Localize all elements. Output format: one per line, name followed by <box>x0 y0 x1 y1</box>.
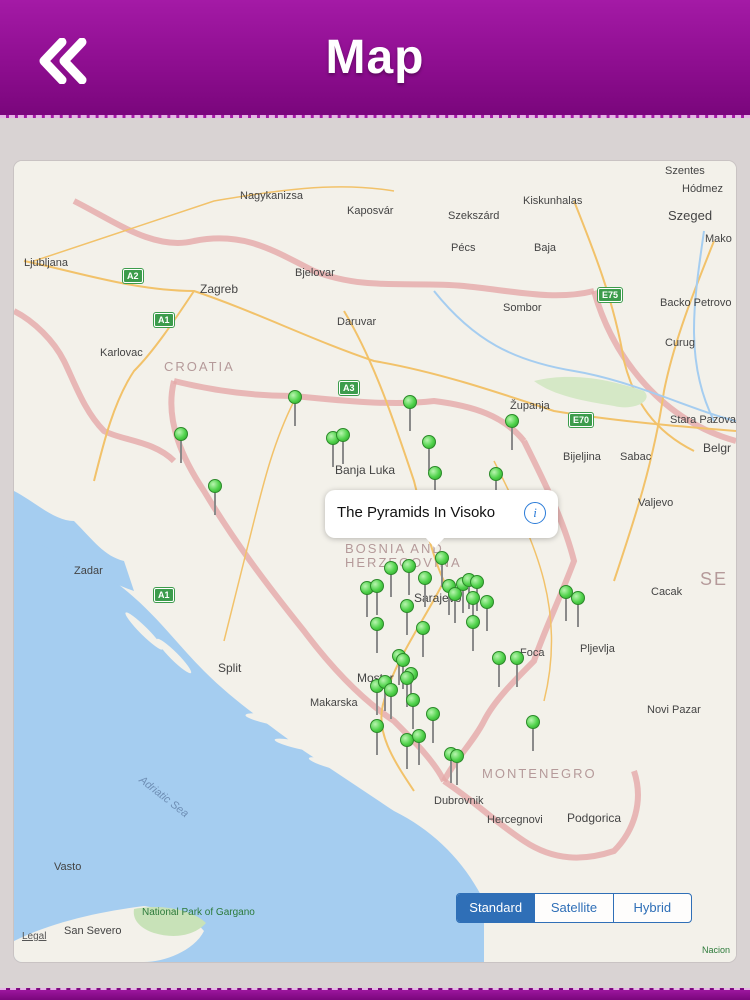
road-shield: A3 <box>339 381 359 395</box>
map-pin[interactable] <box>426 707 440 745</box>
footer-bar <box>0 988 750 1000</box>
city-label: Curug <box>665 337 695 349</box>
city-label: Stara Pazova <box>670 414 736 426</box>
map-pin[interactable] <box>370 617 384 655</box>
city-label: Szentes <box>665 165 705 177</box>
city-label: Bjelovar <box>295 267 335 279</box>
city-label: Zagreb <box>200 282 239 296</box>
map-pin[interactable] <box>403 395 417 433</box>
city-label: Valjevo <box>638 497 674 509</box>
city-label: Vasto <box>54 861 82 873</box>
city-label: Cacak <box>651 586 683 598</box>
country-label: MONTENEGRO <box>482 766 597 781</box>
park-label: National Park of Gargano <box>142 907 255 918</box>
city-label: Ljubljana <box>24 257 69 269</box>
city-label: Pécs <box>451 242 476 254</box>
country-label: CROATIA <box>164 359 235 374</box>
map-pin[interactable] <box>418 571 432 609</box>
map-pin[interactable] <box>370 719 384 757</box>
city-label: San Severo <box>64 925 122 937</box>
map-pin[interactable] <box>400 599 414 637</box>
city-label: Backo Petrovo <box>660 297 732 309</box>
map-pin[interactable] <box>174 427 188 465</box>
road-shield: A1 <box>154 588 174 602</box>
city-label: Sabac <box>620 451 652 463</box>
city-label: Zadar <box>74 565 103 577</box>
city-label: Szekszárd <box>448 210 500 222</box>
map-pin[interactable] <box>384 683 398 721</box>
road-shield: A1 <box>154 313 174 327</box>
road-shield: E70 <box>569 413 594 427</box>
city-label: Mako <box>705 233 732 245</box>
map-pin[interactable] <box>492 651 506 689</box>
map-pin[interactable] <box>505 414 519 452</box>
road-shield: E75 <box>598 288 623 302</box>
park-label: Nacion <box>702 945 731 955</box>
map-pin[interactable] <box>466 615 480 653</box>
map-pin[interactable] <box>370 579 384 617</box>
map-pin[interactable] <box>510 651 524 689</box>
map-pin[interactable] <box>384 561 398 599</box>
map-callout[interactable]: The Pyramids In Visoko i <box>325 490 558 548</box>
map-type-hybrid[interactable]: Hybrid <box>612 894 691 922</box>
road-shield: A2 <box>123 269 143 283</box>
map-pin[interactable] <box>288 390 302 428</box>
city-label: Szeged <box>668 208 713 223</box>
map-view[interactable]: Nagykanizsa Kaposvár Szekszárd Kiskunhal… <box>14 161 736 962</box>
page-title: Map <box>325 31 425 84</box>
city-label: Nagykanizsa <box>240 190 303 202</box>
map-type-standard[interactable]: Standard <box>457 894 535 922</box>
city-label: Sombor <box>503 302 542 314</box>
map-pin[interactable] <box>412 729 426 767</box>
map-pin[interactable] <box>406 693 420 731</box>
map-pin[interactable] <box>448 587 462 625</box>
map-pin[interactable] <box>402 559 416 597</box>
header: Map <box>0 0 750 118</box>
map-pin[interactable] <box>571 591 585 629</box>
map-pin[interactable] <box>208 479 222 517</box>
city-label: Pljevlja <box>580 643 615 655</box>
legal-link[interactable]: Legal <box>22 931 46 942</box>
city-label: Hódmez <box>682 183 723 195</box>
map-pin[interactable] <box>416 621 430 659</box>
city-label: Županja <box>510 400 550 412</box>
city-label: Split <box>218 661 242 675</box>
map-pin[interactable] <box>526 715 540 753</box>
map-pin[interactable] <box>480 595 494 633</box>
map-type-segmented-control[interactable]: Standard Satellite Hybrid <box>456 893 692 923</box>
info-icon[interactable]: i <box>524 502 546 524</box>
map-type-satellite[interactable]: Satellite <box>534 894 612 922</box>
map-pin[interactable] <box>450 749 464 787</box>
city-label: Hercegnovi <box>487 814 543 826</box>
city-label: Bijeljina <box>563 451 601 463</box>
city-label: Baja <box>534 242 557 254</box>
city-label: Belgr <box>703 441 732 455</box>
country-label: SE <box>700 569 729 589</box>
map-pin[interactable] <box>336 428 350 466</box>
callout-title: The Pyramids In Visoko <box>337 504 496 521</box>
city-label: Karlovac <box>100 347 143 359</box>
city-label: Dubrovnik <box>434 795 484 807</box>
city-label: Kiskunhalas <box>523 195 583 207</box>
city-label: Kaposvár <box>347 205 394 217</box>
city-label: Podgorica <box>567 811 622 825</box>
city-label: Makarska <box>310 697 358 709</box>
city-label: Daruvar <box>337 316 377 328</box>
city-label: Novi Pazar <box>647 704 701 716</box>
